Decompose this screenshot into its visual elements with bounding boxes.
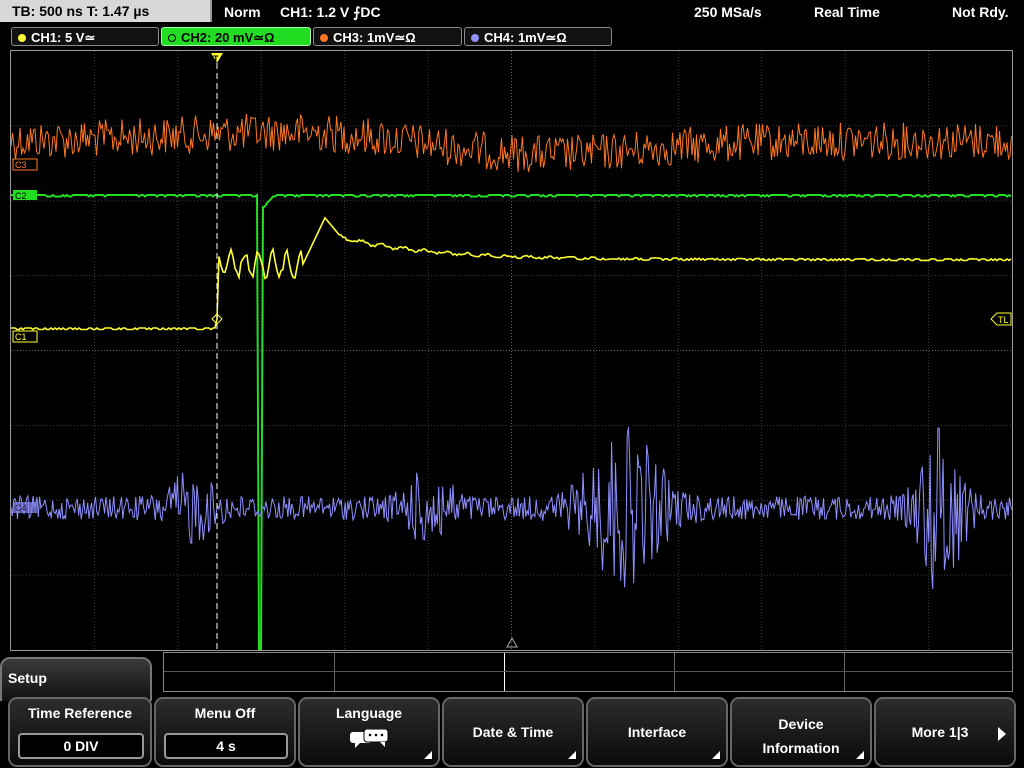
time-reference-value: 0 DIV — [18, 733, 144, 759]
record-overview-bar — [163, 652, 1013, 692]
submenu-corner-icon — [712, 751, 720, 759]
trigger-level-label: TL — [998, 315, 1009, 325]
submenu-corner-icon — [424, 751, 432, 759]
device-information-label: Device Information — [762, 716, 840, 756]
ch4-offset-label: C4 — [15, 503, 27, 513]
tab-ch4[interactable]: CH4: 1mV≃Ω — [464, 27, 612, 46]
speech-bubble-icon — [350, 729, 389, 748]
ch4-label: CH4: 1mV≃Ω — [484, 30, 567, 45]
trigger-mode[interactable]: Norm — [224, 0, 261, 24]
menu-off-softkey[interactable]: Menu Off 4 s — [154, 697, 296, 767]
ch1-dot-icon — [18, 34, 26, 42]
submenu-corner-icon — [856, 751, 864, 759]
date-time-softkey[interactable]: Date & Time — [442, 697, 584, 767]
submenu-corner-icon — [568, 751, 576, 759]
ch2-waveform — [11, 193, 1012, 650]
sample-rate: 250 MSa/s — [694, 4, 762, 20]
time-reference-softkey[interactable]: Time Reference 0 DIV — [8, 697, 152, 767]
timebase-readout[interactable]: TB: 500 ns T: 1.47 µs — [0, 0, 212, 22]
ch1-offset-label: C1 — [15, 332, 27, 342]
trigger-source[interactable]: CH1: 1.2 V ⨍DC — [280, 0, 381, 24]
menu-title: Setup — [8, 670, 47, 686]
tab-ch1[interactable]: CH1: 5 V≃ — [11, 27, 159, 46]
ch3-dot-icon — [320, 34, 328, 42]
ch2-label: CH2: 20 mV≃Ω — [181, 30, 275, 45]
waveform-display[interactable]: T C3 C2 C1 C4 TL — [10, 50, 1013, 651]
next-page-arrow-icon — [998, 727, 1006, 741]
acquisition-mode: Real Time — [814, 4, 880, 20]
language-label: Language — [335, 705, 403, 721]
ch3-waveform — [11, 113, 1012, 173]
date-time-label: Date & Time — [472, 724, 554, 740]
ch4-dot-icon — [471, 34, 479, 42]
trigger-marker-label: T — [213, 54, 219, 64]
waveform-plot: T C3 C2 C1 C4 TL — [11, 51, 1012, 650]
interface-softkey[interactable]: Interface — [586, 697, 728, 767]
ch2-dot-icon — [168, 34, 176, 42]
ch3-label: CH3: 1mV≃Ω — [333, 30, 416, 45]
more-softkey[interactable]: More 1|3 — [874, 697, 1016, 767]
menu-off-label: Menu Off — [194, 705, 256, 721]
interface-label: Interface — [627, 724, 687, 740]
acquisition-state: Not Rdy. — [952, 4, 1009, 20]
menu-off-value: 4 s — [164, 733, 288, 759]
tab-ch3[interactable]: CH3: 1mV≃Ω — [313, 27, 462, 46]
ch1-label: CH1: 5 V≃ — [31, 30, 96, 45]
more-label: More 1|3 — [911, 724, 969, 740]
tab-ch2[interactable]: CH2: 20 mV≃Ω — [161, 27, 311, 46]
device-information-softkey[interactable]: Device Information — [730, 697, 872, 767]
ch2-offset-label: C2 — [15, 191, 27, 201]
time-reference-label: Time Reference — [27, 705, 132, 721]
language-softkey[interactable]: Language — [298, 697, 440, 767]
ch3-offset-label: C3 — [15, 160, 27, 170]
